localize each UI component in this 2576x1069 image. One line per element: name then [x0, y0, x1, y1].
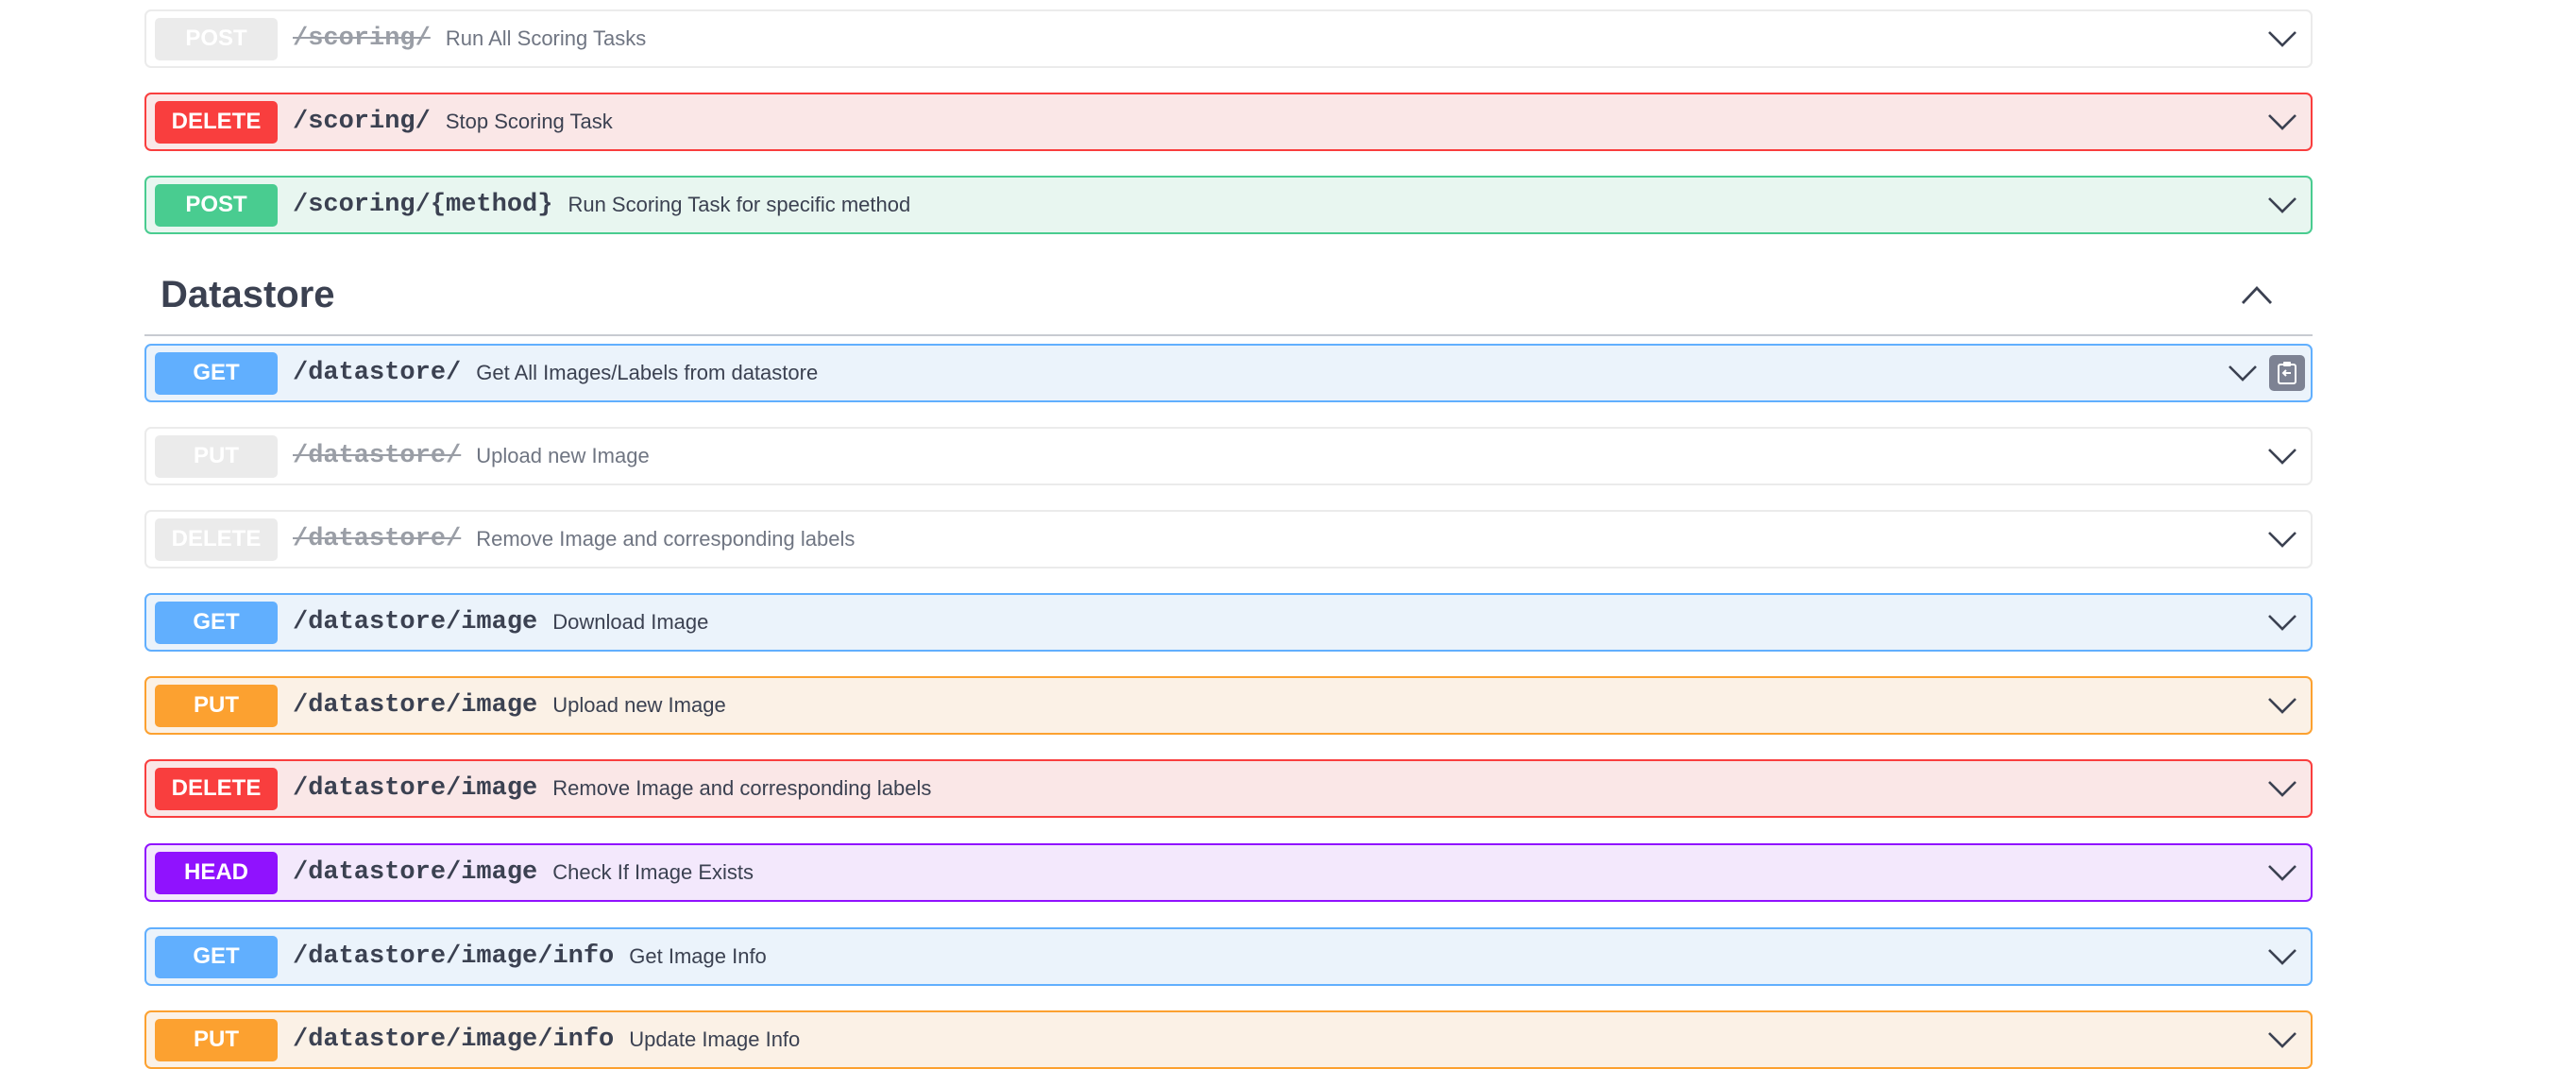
op-summary: Upload new Image	[552, 693, 726, 717]
op-summary: Run Scoring Task for specific method	[568, 193, 911, 216]
op-path: /datastore/	[293, 442, 462, 470]
op-get-datastore-image-info[interactable]: GET /datastore/image/info Get Image Info	[144, 927, 2313, 986]
chevron-down-icon[interactable]	[2228, 364, 2258, 382]
op-summary: Remove Image and corresponding labels	[476, 527, 856, 551]
op-summary: Run All Scoring Tasks	[445, 26, 647, 50]
chevron-down-icon[interactable]	[2267, 696, 2297, 715]
method-badge: PUT	[155, 1018, 278, 1061]
op-summary: Remove Image and corresponding labels	[552, 776, 932, 800]
method-badge: GET	[155, 601, 278, 644]
op-path: /datastore/	[293, 359, 462, 387]
op-summary: Download Image	[552, 610, 709, 634]
chevron-down-icon[interactable]	[2267, 1030, 2297, 1049]
op-path: /scoring/{method}	[293, 191, 553, 219]
op-put-datastore-image[interactable]: PUT /datastore/image Upload new Image	[144, 676, 2313, 735]
op-get-datastore[interactable]: GET /datastore/ Get All Images/Labels fr…	[144, 344, 2313, 402]
op-put-datastore-image-info[interactable]: PUT /datastore/image/info Update Image I…	[144, 1010, 2313, 1069]
method-badge: PUT	[155, 684, 278, 727]
method-badge: DELETE	[155, 518, 278, 561]
op-put-datastore-deprecated[interactable]: PUT /datastore/ Upload new Image	[144, 427, 2313, 485]
op-summary: Check If Image Exists	[552, 860, 754, 884]
clipboard-icon	[2278, 362, 2296, 384]
op-summary: Get All Images/Labels from datastore	[476, 361, 819, 384]
method-badge: POST	[155, 183, 278, 227]
op-delete-datastore-image[interactable]: DELETE /datastore/image Remove Image and…	[144, 759, 2313, 818]
copy-to-clipboard-button[interactable]	[2269, 355, 2305, 391]
chevron-down-icon[interactable]	[2267, 112, 2297, 131]
chevron-down-icon[interactable]	[2267, 195, 2297, 214]
chevron-up-icon[interactable]	[2241, 283, 2273, 306]
section-divider	[144, 334, 2313, 336]
chevron-down-icon[interactable]	[2267, 29, 2297, 48]
method-badge: GET	[155, 935, 278, 978]
op-post-scoring-method[interactable]: POST /scoring/{method} Run Scoring Task …	[144, 176, 2313, 234]
op-path: /datastore/image/info	[293, 942, 615, 971]
op-get-datastore-image[interactable]: GET /datastore/image Download Image	[144, 593, 2313, 652]
method-badge: HEAD	[155, 851, 278, 894]
chevron-down-icon[interactable]	[2267, 530, 2297, 549]
chevron-down-icon[interactable]	[2267, 863, 2297, 882]
op-path: /datastore/image	[293, 774, 538, 803]
op-path: /datastore/image	[293, 691, 538, 720]
chevron-down-icon[interactable]	[2267, 613, 2297, 632]
op-summary: Upload new Image	[476, 444, 650, 467]
method-badge: DELETE	[155, 100, 278, 144]
op-summary: Get Image Info	[629, 944, 767, 968]
chevron-down-icon[interactable]	[2267, 779, 2297, 798]
method-badge: PUT	[155, 434, 278, 478]
op-delete-datastore-deprecated[interactable]: DELETE /datastore/ Remove Image and corr…	[144, 510, 2313, 568]
method-badge: GET	[155, 351, 278, 395]
chevron-down-icon[interactable]	[2267, 447, 2297, 466]
op-path: /datastore/image/info	[293, 1026, 615, 1054]
op-post-scoring-deprecated[interactable]: POST /scoring/ Run All Scoring Tasks	[144, 9, 2313, 68]
section-title-datastore[interactable]: Datastore	[161, 274, 335, 316]
op-head-datastore-image[interactable]: HEAD /datastore/image Check If Image Exi…	[144, 843, 2313, 902]
method-badge: POST	[155, 17, 278, 60]
op-path: /scoring/	[293, 25, 431, 53]
op-delete-scoring[interactable]: DELETE /scoring/ Stop Scoring Task	[144, 93, 2313, 151]
op-path: /datastore/image	[293, 858, 538, 887]
op-path: /datastore/image	[293, 608, 538, 636]
chevron-down-icon[interactable]	[2267, 947, 2297, 966]
op-path: /scoring/	[293, 108, 431, 136]
op-summary: Stop Scoring Task	[445, 110, 613, 133]
op-path: /datastore/	[293, 525, 462, 553]
method-badge: DELETE	[155, 767, 278, 810]
